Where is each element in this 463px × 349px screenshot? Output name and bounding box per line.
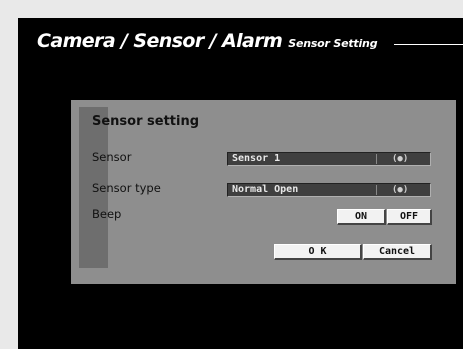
sensor-label: Sensor <box>92 150 132 164</box>
ok-button[interactable]: O K <box>274 244 362 260</box>
sensor-type-label: Sensor type <box>92 181 161 195</box>
page-subtitle: Sensor Setting <box>288 37 378 50</box>
beep-off-button[interactable]: OFF <box>387 209 432 225</box>
header-divider <box>394 44 463 45</box>
selector-icon[interactable]: (●) <box>392 153 408 165</box>
sensor-setting-dialog: Sensor setting Sensor Sensor 1 (●) Senso… <box>71 100 456 284</box>
sensor-value: Sensor 1 <box>232 153 281 164</box>
beep-label: Beep <box>92 207 122 221</box>
selector-icon[interactable]: (●) <box>392 184 408 196</box>
sensor-type-value: Normal Open <box>232 184 299 195</box>
page-header: Camera / Sensor / Alarm Sensor Setting <box>37 30 378 52</box>
field-separator <box>376 185 377 195</box>
dialog-title: Sensor setting <box>92 114 200 129</box>
cancel-button[interactable]: Cancel <box>363 244 432 260</box>
osd-screen: Camera / Sensor / Alarm Sensor Setting Se… <box>18 18 463 349</box>
field-separator <box>376 154 377 164</box>
sensor-type-select[interactable]: Normal Open (●) <box>227 183 431 197</box>
beep-on-button[interactable]: ON <box>337 209 386 225</box>
sensor-select[interactable]: Sensor 1 (●) <box>227 152 431 166</box>
breadcrumb: Camera / Sensor / Alarm <box>37 30 283 52</box>
